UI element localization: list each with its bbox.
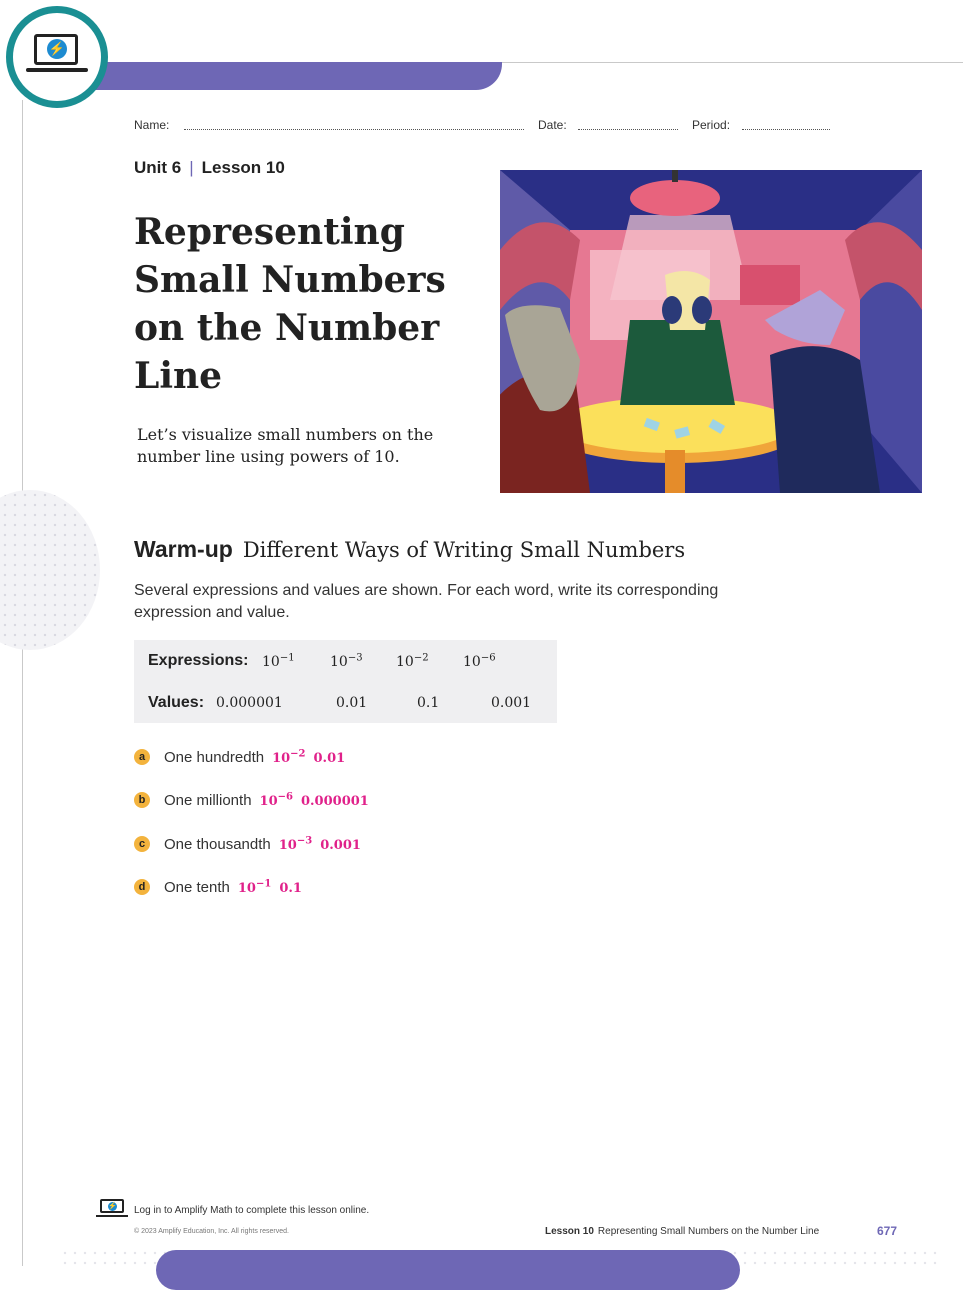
lesson-goal: Let’s visualize small numbers on the num… (137, 425, 434, 466)
expression-item: 10−3 (330, 652, 363, 670)
expression-item: 10−1 (262, 652, 295, 670)
expressions-values-box: Expressions: 10−1 10−3 10−2 10−6 Values:… (134, 640, 557, 723)
name-label: Name: (134, 118, 170, 132)
date-label: Date: (538, 118, 567, 132)
question-item-c: c One thousandth 10−3 0.001 (134, 835, 361, 855)
letter-badge: a (134, 749, 150, 766)
letter-badge: b (134, 792, 150, 809)
letter-badge: d (134, 879, 150, 896)
expressions-label: Expressions: (148, 652, 249, 669)
page-title: Representing Small Numbers on the Number… (134, 211, 446, 397)
answer-expression: 10−1 (237, 878, 272, 896)
question-item-d: d One tenth 10−1 0.1 (134, 878, 302, 898)
footer-lesson: Lesson 10 Representing Small Numbers on t… (545, 1226, 820, 1237)
letter-badge: c (134, 836, 150, 853)
warmup-instructions: Several expressions and values are shown… (134, 582, 719, 621)
question-item-b: b One millionth 10−6 0.000001 (134, 791, 369, 811)
warmup-title: Different Ways of Writing Small Numbers (242, 538, 686, 562)
header-bar (80, 62, 502, 90)
value-item: 0.1 (417, 695, 440, 711)
copyright: © 2023 Amplify Education, Inc. All right… (134, 1228, 289, 1235)
heading-separator: | (189, 158, 194, 177)
unit-label: Unit 6 (134, 158, 182, 177)
values-label: Values: (148, 694, 205, 711)
decorative-dot-pattern (0, 490, 100, 650)
warmup-label: Warm-up (134, 536, 233, 562)
question-item-a: a One hundredth 10−2 0.01 (134, 748, 345, 768)
period-label: Period: (692, 118, 731, 132)
lesson-label: Lesson 10 (201, 158, 285, 177)
date-field[interactable] (578, 129, 678, 130)
answer-value: 0.01 (313, 751, 346, 766)
answer-value: 0.1 (279, 881, 302, 896)
answer-expression: 10−3 (278, 835, 313, 853)
name-field[interactable] (184, 129, 524, 130)
lesson-illustration (500, 170, 922, 493)
login-prompt[interactable]: Log in to Amplify Math to complete this … (134, 1205, 369, 1216)
answer-expression: 10−6 (259, 791, 293, 809)
left-margin-line (22, 100, 23, 1266)
value-item: 0.000001 (216, 695, 283, 711)
warmup-heading: Warm-up Different Ways of Writing Small N… (134, 536, 685, 563)
expression-item: 10−6 (463, 652, 496, 670)
expression-item: 10−2 (396, 652, 429, 670)
laptop-bolt-icon: ⚡ (100, 1199, 124, 1213)
answer-expression: 10−2 (272, 748, 306, 766)
answer-value: 0.000001 (300, 794, 369, 809)
page-number: 677 (877, 1224, 898, 1238)
answer-value: 0.001 (320, 838, 361, 853)
period-field[interactable] (742, 129, 830, 130)
value-item: 0.01 (336, 695, 368, 711)
laptop-bolt-icon: ⚡ (6, 6, 108, 108)
laptop-base-icon (96, 1215, 128, 1217)
value-item: 0.001 (491, 695, 532, 711)
unit-lesson-heading: Unit 6 | Lesson 10 (134, 158, 285, 178)
footer-bar (156, 1250, 740, 1290)
